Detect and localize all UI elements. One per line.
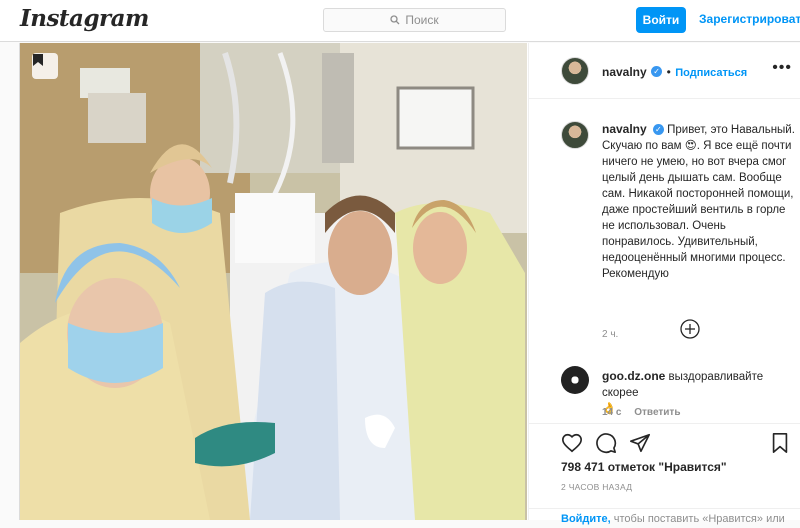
post-side-panel: navalny ✓ • Подписаться ••• navalny ✓ Пр… <box>528 43 800 525</box>
post-header-line: navalny ✓ • Подписаться <box>602 63 747 81</box>
login-button[interactable]: Войти <box>636 7 686 33</box>
post-header: navalny ✓ • Подписаться ••• <box>529 43 800 99</box>
top-navigation-bar: Instagram Поиск Войти Зарегистрироваться <box>0 0 800 42</box>
author-username[interactable]: navalny <box>602 65 647 79</box>
plus-circle-icon[interactable] <box>680 319 700 339</box>
verified-badge-icon: ✓ <box>651 66 663 78</box>
follow-button[interactable]: Подписаться <box>675 67 747 79</box>
caption-text: Привет, это Навальный. Скучаю по вам 😍. … <box>602 124 795 280</box>
separator-dot: • <box>666 65 671 79</box>
login-to-like-line: Войдите, чтобы поставить «Нравится» или <box>529 508 800 528</box>
search-box[interactable]: Поиск <box>323 8 506 32</box>
post-photo[interactable] <box>20 43 527 520</box>
bookmark-icon[interactable] <box>769 432 791 454</box>
commenter-avatar[interactable] <box>561 366 589 394</box>
comment-meta: 14 с Ответить <box>602 407 690 418</box>
photo-bookmark-chip[interactable] <box>32 53 58 79</box>
commenter-username[interactable]: goo.dz.one <box>602 369 665 383</box>
more-options-icon[interactable]: ••• <box>772 59 792 77</box>
post-container: navalny ✓ • Подписаться ••• navalny ✓ Пр… <box>19 43 800 525</box>
comment-icon[interactable] <box>595 432 617 454</box>
post-timestamp: 2 ЧАСОВ НАЗАД <box>561 482 633 492</box>
caption-author-username[interactable]: navalny <box>602 122 647 136</box>
likes-count[interactable]: 798 471 отметок "Нравится" <box>561 460 727 474</box>
post-actions-bar: 798 471 отметок "Нравится" 2 ЧАСОВ НАЗАД… <box>529 423 800 525</box>
caption-author-avatar[interactable] <box>561 121 589 149</box>
login-to-like-link[interactable]: Войдите, <box>561 513 611 525</box>
heart-icon[interactable] <box>561 432 583 454</box>
search-placeholder: Поиск <box>405 13 439 27</box>
verified-badge-icon: ✓ <box>652 124 664 136</box>
post-caption: navalny ✓ Привет, это Навальный. Скучаю … <box>602 121 797 282</box>
login-to-like-text: чтобы поставить «Нравится» или <box>610 513 785 525</box>
share-icon[interactable] <box>629 432 651 454</box>
search-icon <box>390 15 400 25</box>
post-photo-illustration <box>20 43 527 520</box>
signup-link[interactable]: Зарегистрироваться <box>699 12 800 26</box>
bookmark-icon <box>33 54 43 66</box>
author-avatar[interactable] <box>561 57 589 85</box>
reply-button[interactable]: Ответить <box>634 407 680 418</box>
caption-timestamp: 2 ч. <box>602 329 619 340</box>
comment-time: 14 с <box>602 407 622 418</box>
instagram-logo[interactable]: Instagram <box>20 5 149 32</box>
